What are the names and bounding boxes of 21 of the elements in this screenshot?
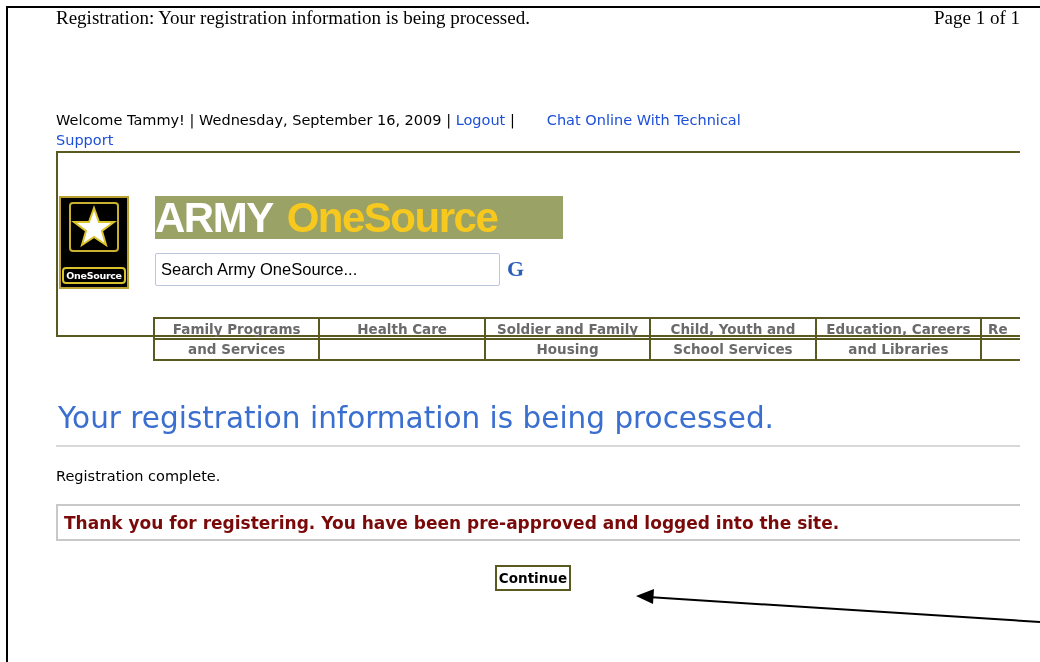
menu-tab[interactable]: Re <box>980 317 1020 361</box>
menu-tab[interactable]: Family Programs and Services <box>153 317 319 361</box>
search-button[interactable]: G <box>507 256 525 282</box>
page-number: Page 1 of 1 <box>934 7 1020 29</box>
continue-button[interactable]: Continue <box>494 565 572 591</box>
chat-link[interactable]: Support <box>56 132 114 148</box>
menu-tab[interactable]: Child, Youth and School Services <box>649 317 815 361</box>
separator: | <box>509 111 515 130</box>
chat-link[interactable]: Chat Online With Technical <box>546 110 741 130</box>
search-field[interactable]: Search Army OneSource... <box>155 253 500 286</box>
success-message: Thank you for registering. You have been pre-approved and logged into the site. <box>56 504 1020 541</box>
menu-tab[interactable]: Education, Careers and Libraries <box>814 317 981 361</box>
page-heading: Your registration information is being processed. <box>58 401 775 435</box>
site-banner: ARMY OneSource <box>155 196 563 239</box>
menu-tab[interactable]: Soldier and Family Housing <box>483 317 650 361</box>
welcome-text: Welcome Tammy! | Wednesday, September 16, 2009 | <box>56 111 451 130</box>
status-text: Registration complete. <box>56 468 222 484</box>
army-logo[interactable]: OneSource <box>59 196 129 289</box>
menu-tab[interactable]: Health Care <box>318 317 484 361</box>
page-title: Registration: Your registration information is being processed. <box>56 7 530 29</box>
logout-link[interactable]: Logout <box>455 110 506 130</box>
